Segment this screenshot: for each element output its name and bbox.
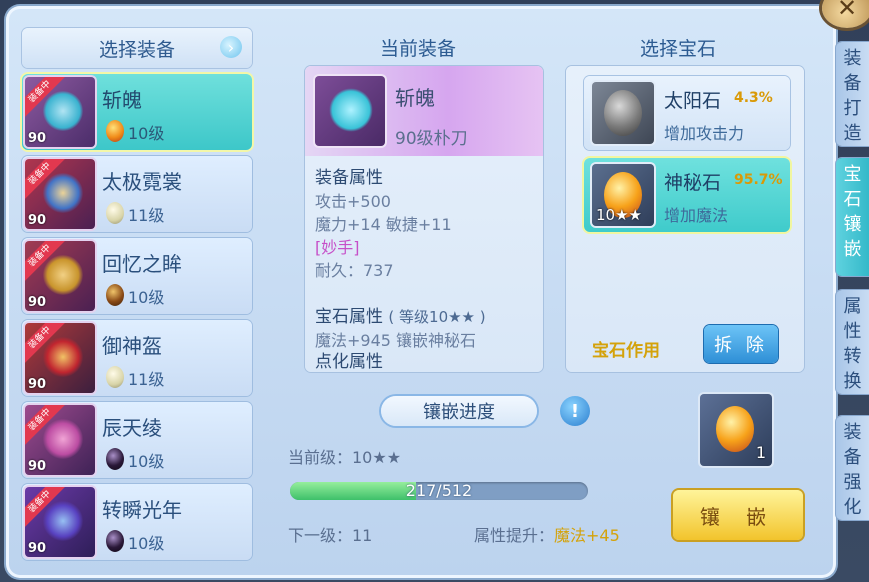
attr-boost-value: 魔法+45 [554, 526, 620, 545]
item-level: 90 [28, 213, 47, 228]
tab-enhance[interactable]: 装备强化 [836, 416, 869, 520]
attr-boost-label: 属性提升： [474, 526, 555, 545]
select-gem-title: 选择宝石 [640, 38, 717, 60]
equipment-item-yushen[interactable]: 装备中 90 御神盔 11级 [22, 320, 252, 396]
weapon-icon [315, 76, 385, 146]
gem-item-mystic[interactable]: 10★★ 神秘石 95.7% 增加魔法 [584, 158, 790, 232]
attr-line: 攻击+500 [315, 192, 391, 211]
item-gem-level: 10级 [128, 534, 165, 553]
gem-probability: 95.7% [734, 172, 783, 188]
special-attr: [妙手] [315, 238, 360, 257]
item-name: 转瞬光年 [102, 498, 182, 522]
dark-gem-icon [106, 448, 124, 470]
equipment-item-taiji[interactable]: 装备中 90 太极霓裳 11级 [22, 156, 252, 232]
gem-desc: 增加魔法 [664, 206, 729, 225]
orange-gem-icon [106, 120, 124, 142]
item-level: 90 [28, 131, 47, 146]
equipment-item-huiyi[interactable]: 装备中 90 回忆之眸 10级 [22, 238, 252, 314]
gem-probability: 4.3% [734, 90, 773, 106]
progress-value: 217/512 [405, 482, 473, 500]
current-equipment-panel: 斩魄 90级朴刀 装备属性 攻击+500 魔力+14 敏捷+11 [妙手] 耐久… [305, 66, 543, 372]
current-item-name: 斩魄 [395, 86, 435, 110]
gem-effect-link[interactable]: 宝石作用 [592, 336, 660, 361]
item-name: 斩魄 [102, 88, 142, 112]
gem-item-sun[interactable]: 太阳石 4.3% 增加攻击力 [584, 76, 790, 150]
item-gem-level: 11级 [128, 206, 165, 225]
gem-attr-heading: 宝石属性 ( 等级10★★ ) [315, 302, 486, 327]
gem-attr-label: 宝石属性 [315, 307, 383, 327]
tab-forge[interactable]: 装备打造 [836, 42, 869, 146]
necklace-icon: 装备中 90 [25, 241, 95, 311]
item-gem-level: 10级 [128, 124, 165, 143]
durability: 耐久：737 [315, 261, 394, 280]
remove-gem-button[interactable]: 拆 除 [704, 325, 778, 363]
weapon-icon: 装备中 90 [25, 77, 95, 147]
armor-icon: 装备中 90 [25, 159, 95, 229]
mystic-stone-icon: 10★★ [592, 164, 654, 226]
item-gem-level: 10级 [128, 452, 165, 471]
gem-desc: 增加攻击力 [664, 124, 745, 143]
gem-slot[interactable]: 1 [700, 394, 772, 466]
dark-gem-icon [106, 530, 124, 552]
current-level: 当前级：10★★ [288, 448, 402, 467]
attr-line: 魔力+14 敏捷+11 [315, 215, 452, 234]
slot-count: 1 [755, 443, 766, 462]
helmet-icon: 装备中 90 [25, 323, 95, 393]
chevron-right-icon[interactable]: › [220, 36, 242, 58]
attr-boost: 属性提升：魔法+45 [474, 522, 620, 546]
equipment-list-header: 选择装备 › [22, 28, 252, 68]
item-gem-level: 10级 [128, 288, 165, 307]
current-item-type: 90级朴刀 [395, 129, 468, 149]
equipment-list-title: 选择装备 [98, 38, 175, 61]
current-equipment-title: 当前装备 [380, 38, 457, 60]
pearl-gem-icon [106, 366, 124, 388]
item-name: 御神盔 [102, 334, 162, 358]
item-name: 辰天绫 [102, 416, 162, 440]
progress-bar: 217/512 [290, 482, 588, 500]
gem-attr-level: ( 等级10★★ ) [388, 308, 486, 326]
next-level: 下一级：11 [288, 526, 373, 545]
current-equipment-header: 斩魄 90级朴刀 [305, 66, 543, 156]
refine-attr-heading: 点化属性 [315, 352, 383, 372]
equipment-item-zhuanshun[interactable]: 装备中 90 转瞬光年 10级 [22, 484, 252, 560]
item-level: 90 [28, 541, 47, 556]
inlay-progress-title: 镶嵌进度 [381, 396, 537, 426]
equipment-item-chentian[interactable]: 装备中 90 辰天绫 10级 [22, 402, 252, 478]
sash-icon: 装备中 90 [25, 405, 95, 475]
item-level: 90 [28, 295, 47, 310]
tab-gem-inlay[interactable]: 宝石镶嵌 [836, 158, 869, 276]
tab-attr-convert[interactable]: 属性转换 [836, 290, 869, 394]
brown-gem-icon [106, 284, 124, 306]
pearl-gem-icon [106, 202, 124, 224]
mystic-stone-icon [716, 406, 754, 452]
info-icon[interactable]: ! [560, 396, 590, 426]
inlay-button[interactable]: 镶 嵌 [673, 490, 803, 540]
gem-count: 10★★ [596, 206, 642, 224]
sun-stone-icon [592, 82, 654, 144]
equipment-item-zhanpo[interactable]: 装备中 90 斩魄 10级 [22, 74, 252, 150]
gem-name: 太阳石 [664, 90, 722, 112]
item-gem-level: 11级 [128, 370, 165, 389]
item-name: 太极霓裳 [102, 170, 182, 194]
gem-name: 神秘石 [664, 172, 722, 194]
item-name: 回忆之眸 [102, 252, 182, 276]
item-level: 90 [28, 377, 47, 392]
item-level: 90 [28, 459, 47, 474]
boots-icon: 装备中 90 [25, 487, 95, 557]
equipment-attr-heading: 装备属性 [315, 168, 383, 188]
